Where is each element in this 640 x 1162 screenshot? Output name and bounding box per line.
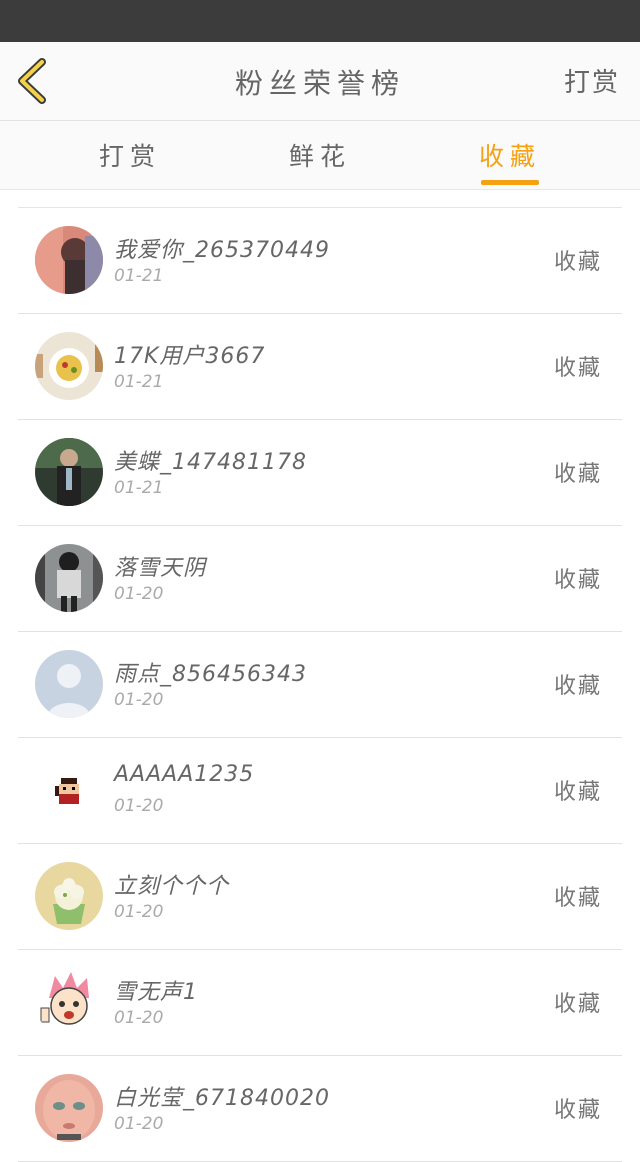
avatar xyxy=(35,544,103,612)
fan-list: 我爱你_265370449 01-21 收藏 17K用户3667 01-21 收… xyxy=(18,207,622,1162)
fan-name: 雨点_856456343 xyxy=(114,662,307,687)
active-tab-indicator xyxy=(481,180,539,185)
fan-date: 01-21 xyxy=(114,266,164,286)
fan-name: 美蝶_147481178 xyxy=(114,450,307,475)
list-item[interactable]: 立刻个个个 01-20 收藏 xyxy=(18,844,622,950)
fan-action: 收藏 xyxy=(553,674,602,699)
tab-reward[interactable]: 打赏 xyxy=(70,137,190,173)
list-item[interactable]: 美蝶_147481178 01-21 收藏 xyxy=(18,420,622,526)
cupcake-avatar xyxy=(35,862,103,930)
fan-date: 01-20 xyxy=(114,796,164,816)
page-title: 粉丝荣誉榜 xyxy=(234,67,405,100)
avatar xyxy=(35,438,103,506)
list-item[interactable]: 17K用户3667 01-21 收藏 xyxy=(18,314,622,420)
tab-bar: 打赏 鲜花 收藏 xyxy=(0,121,640,190)
face-avatar xyxy=(35,1074,103,1142)
fan-name: 雪无声1 xyxy=(114,980,198,1005)
fan-date: 01-21 xyxy=(114,478,164,498)
list-item[interactable]: AAAAA1235 01-20 收藏 xyxy=(18,738,622,844)
fan-date: 01-20 xyxy=(114,1114,164,1134)
fan-action: 收藏 xyxy=(553,992,602,1017)
default-user-avatar xyxy=(35,650,103,718)
fan-action: 收藏 xyxy=(553,780,602,805)
fan-name: 立刻个个个 xyxy=(114,874,230,899)
avatar xyxy=(35,226,103,294)
fan-action: 收藏 xyxy=(553,886,602,911)
reward-button[interactable]: 打赏 xyxy=(564,62,620,99)
fan-date: 01-20 xyxy=(114,1008,164,1028)
tab-flowers[interactable]: 鲜花 xyxy=(260,137,380,173)
cartoon-avatar xyxy=(35,968,103,1036)
tab-favorites[interactable]: 收藏 xyxy=(450,137,570,173)
fan-date: 01-21 xyxy=(114,372,164,392)
fan-name: 白光莹_671840020 xyxy=(114,1086,330,1111)
fan-action: 收藏 xyxy=(553,250,602,275)
fan-name: 17K用户3667 xyxy=(114,344,266,369)
fan-action: 收藏 xyxy=(553,1098,602,1123)
list-item[interactable]: 落雪天阴 01-20 收藏 xyxy=(18,526,622,632)
fan-date: 01-20 xyxy=(114,690,164,710)
list-item[interactable]: 雪无声1 01-20 收藏 xyxy=(18,950,622,1056)
food-avatar xyxy=(35,332,103,400)
fan-name: AAAAA1235 xyxy=(114,762,255,787)
list-item[interactable]: 我爱你_265370449 01-21 收藏 xyxy=(18,208,622,314)
fan-date: 01-20 xyxy=(114,902,164,922)
fan-name: 我爱你_265370449 xyxy=(114,238,330,263)
fan-action: 收藏 xyxy=(553,568,602,593)
list-item[interactable]: 雨点_856456343 01-20 收藏 xyxy=(18,632,622,738)
nav-bar: 粉丝荣誉榜 打赏 xyxy=(0,42,640,121)
fan-name: 落雪天阴 xyxy=(114,556,207,581)
list-item[interactable]: 白光莹_671840020 01-20 收藏 xyxy=(18,1056,622,1162)
pixel-character-avatar xyxy=(35,756,103,824)
fan-date: 01-20 xyxy=(114,584,164,604)
fan-action: 收藏 xyxy=(553,356,602,381)
fan-action: 收藏 xyxy=(553,462,602,487)
status-bar xyxy=(0,0,640,42)
